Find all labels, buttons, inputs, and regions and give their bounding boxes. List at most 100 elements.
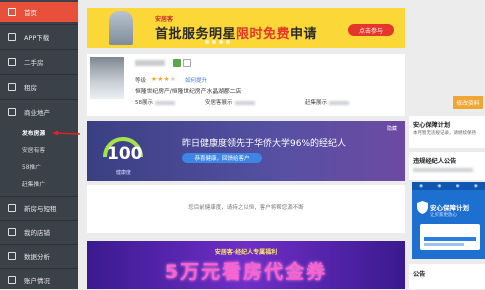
banner-cta-button[interactable]: 点击参与 [348,24,394,36]
sidebar-item-new-house[interactable]: 新房与短租 [0,198,78,218]
sidebar-item-home[interactable]: 首页 [0,2,78,22]
ad-card-bar [424,237,476,241]
voucher-promo-banner[interactable]: 安居客·经纪人专属福利 5万元看房代金券 [87,241,405,289]
ad-subtitle: 让买家更放心 [430,213,457,218]
sidebar-item-commercial[interactable]: 商业地产 [0,102,78,122]
sidebar-sub-label: 发布房源 [22,130,46,137]
agent-name-redacted [135,60,165,66]
sidebar-sub-ganji-promo[interactable]: 赶集推广 [0,175,78,191]
banner-pagination[interactable] [205,40,230,44]
banner-dot[interactable] [226,40,230,44]
notice-title: 公告 [413,271,426,278]
security-plan-title: 安心保障计划 [413,122,451,129]
house-icon [8,58,16,66]
shield-icon [417,201,428,214]
health-headline: 昨日健康度领先于华侨大学96%的经纪人 [182,139,347,149]
star-empty-icon: ★ [169,75,177,83]
certificate-icon [183,59,191,67]
banner-title-highlight: 限时免费 [236,27,291,42]
home-icon [8,8,16,16]
hide-toggle[interactable]: 隐藏 [387,125,397,132]
avatar[interactable] [90,57,124,99]
promo-big-text: 5万元看房代金券 [164,261,328,283]
ad-brand: 安心保障计划 [430,204,469,212]
level-label: 等级 [135,78,147,84]
divider [0,244,78,245]
sidebar-item-analytics[interactable]: 数据分析 [0,246,78,266]
divider [0,24,78,25]
rating-stars: ★★★★ [151,75,176,83]
violation-notice-panel: 违规经纪人公告 [409,152,485,180]
sidebar-item-label: 数据分析 [24,253,50,261]
ad-card-bar [424,243,464,246]
ad-tab-icon[interactable]: ◉ [437,184,441,189]
divider [0,49,78,50]
sidebar-item-account[interactable]: 账户情况 [0,270,78,290]
sidebar: 首页 APP下载 二手房 租房 商业地产 发布房源 安居有客 58推广 赶集推广… [0,0,78,289]
agent-profile-card: 等级 ★★★★ 如何提升 恒隆世纪房产/恒隆世纪房产水晶湖郡二店 58展示 安居… [87,54,405,116]
stat-value-redacted [155,100,175,105]
new-house-icon [8,204,16,212]
ad-tab-icon[interactable]: ◉ [419,184,423,189]
stat-value-redacted [329,100,350,105]
ad-tab-icon[interactable]: ◉ [474,184,478,189]
edit-profile-button[interactable]: 修改资料 [453,96,483,109]
verified-badge-icon [173,59,181,67]
health-score: 100 [107,144,143,164]
sidebar-item-label: 我的店铺 [24,229,50,237]
security-plan-ad[interactable]: ◉ ◉ ◉ ◉ 安心保障计划 让买家更放心 [412,182,485,259]
sidebar-item-label: 首页 [24,9,37,17]
banner-title-suffix: 申请 [290,27,318,42]
sidebar-sub-label: 赶集推广 [22,181,46,188]
account-icon [8,276,16,284]
agent-address: 恒隆世纪房产/恒隆世纪房产水晶湖郡二店 [135,89,242,95]
promo-banner[interactable]: 安居客 首批服务明星限时免费申请 点击参与 [87,8,405,48]
ad-card [420,224,480,250]
divider [0,196,78,197]
stat-value-redacted [234,100,255,105]
sidebar-item-rent[interactable]: 租房 [0,77,78,97]
sidebar-sub-label: 安居有客 [22,147,46,154]
sidebar-sub-label: 58推广 [22,164,41,171]
stat-label: 58展示 [135,100,153,106]
sidebar-item-second-hand[interactable]: 二手房 [0,52,78,72]
tips-box: 您目前健康度，请持之以恒，客户将帮您源不断 [87,185,405,233]
ad-tab-icon[interactable]: ◉ [456,184,460,189]
shop-icon [8,228,16,236]
health-score-card: 隐藏 100 健康度 昨日健康度领先于华侨大学96%的经纪人 恭喜健康，回馈给客… [87,121,405,181]
sidebar-sub-anjuyouke[interactable]: 安居有客 [0,141,78,157]
phone-icon [8,33,16,41]
banner-person-image [109,11,133,45]
health-subtitle-pill[interactable]: 恭喜健康，回馈给客户 [182,153,262,163]
notice-panel: 公告 [409,264,485,289]
security-plan-desc: 本月暂无违规记录，请继续保持 [413,131,476,136]
sidebar-item-label: 二手房 [24,59,44,67]
stat-label: 安居客展示 [205,100,233,106]
tips-message: 您目前健康度，请持之以恒，客户将帮您源不断 [188,205,304,211]
promo-top-text: 安居客·经纪人专属福利 [214,249,278,256]
stat-ganji: 赶集展示 [305,98,350,106]
red-arrow-annotation [52,130,81,136]
sidebar-item-label: 账户情况 [24,277,50,285]
upgrade-link[interactable]: 如何提升 [185,76,207,84]
banner-dot[interactable] [212,40,216,44]
sidebar-sub-58-promo[interactable]: 58推广 [0,158,78,174]
banner-dot[interactable] [219,40,223,44]
divider [0,268,78,269]
divider [0,220,78,221]
security-plan-panel: 安心保障计划 本月暂无违规记录，请继续保持 [409,116,485,148]
sidebar-item-my-shop[interactable]: 我的店铺 [0,222,78,242]
banner-title: 首批服务明星限时免费申请 [155,23,317,42]
banner-dot[interactable] [205,40,209,44]
stat-label: 赶集展示 [305,100,328,106]
sidebar-item-label: 新房与短租 [24,205,57,213]
ad-tabs: ◉ ◉ ◉ ◉ [412,182,485,190]
stat-58: 58展示 [135,98,175,106]
health-score-label: 健康度 [116,170,132,176]
sidebar-item-label: 商业地产 [24,109,50,117]
divider [0,74,78,75]
divider [0,99,78,100]
violation-content-redacted [413,168,473,172]
sidebar-item-label: APP下载 [24,34,50,42]
sidebar-item-app-download[interactable]: APP下载 [0,27,78,47]
